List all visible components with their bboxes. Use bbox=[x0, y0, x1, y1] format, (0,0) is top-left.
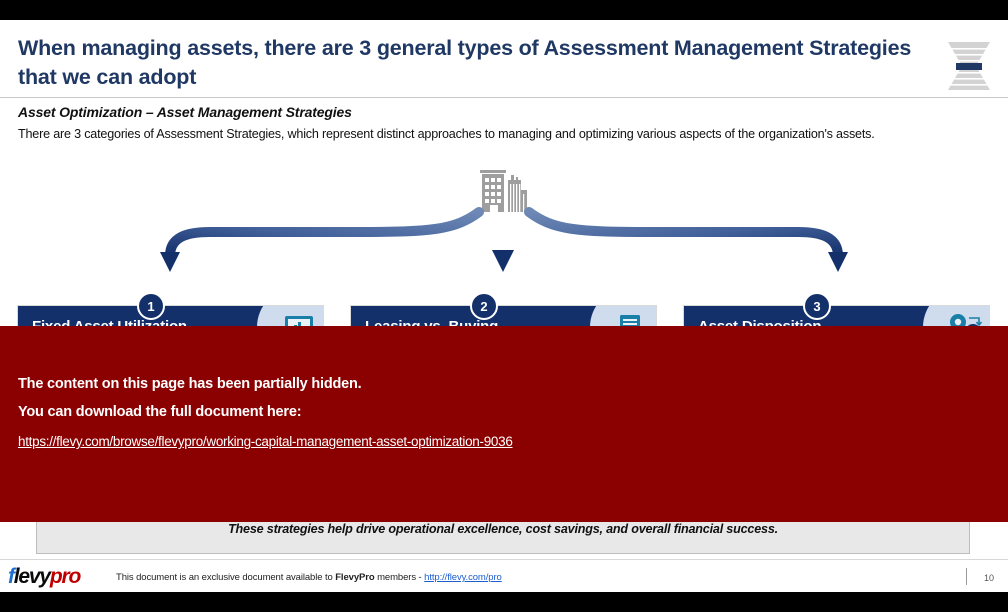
footer-note-brand: FlevyPro bbox=[335, 572, 375, 583]
section-subtitle: Asset Optimization – Asset Management St… bbox=[18, 104, 352, 120]
card-number-badge: 2 bbox=[470, 292, 498, 320]
bottom-letterbox-bar bbox=[0, 592, 1008, 612]
summary-text: These strategies help drive operational … bbox=[228, 522, 778, 536]
footer-link[interactable]: http://flevy.com/pro bbox=[424, 572, 502, 583]
logo-levy: levy bbox=[13, 565, 51, 588]
card-number-badge: 3 bbox=[803, 292, 831, 320]
slide-canvas: When managing assets, there are 3 genera… bbox=[0, 20, 1008, 592]
footer-divider bbox=[966, 568, 967, 585]
flow-arrows bbox=[160, 207, 848, 272]
flevy-spool-logo-icon bbox=[946, 40, 992, 92]
card-number-badge: 1 bbox=[137, 292, 165, 320]
content-hidden-overlay: The content on this page has been partia… bbox=[0, 326, 1008, 522]
strategy-flow-diagram bbox=[0, 160, 1008, 290]
footer-note-pre: This document is an exclusive document a… bbox=[116, 572, 336, 583]
flevypro-logo: flevypro bbox=[8, 565, 81, 588]
footer-note-mid: members - bbox=[374, 572, 425, 583]
overlay-line-1: The content on this page has been partia… bbox=[18, 376, 362, 392]
page-number: 10 bbox=[984, 573, 995, 583]
page-title: When managing assets, there are 3 genera… bbox=[18, 36, 912, 89]
overlay-line-2: You can download the full document here: bbox=[18, 404, 302, 420]
top-letterbox-bar bbox=[0, 0, 1008, 20]
header-divider bbox=[0, 97, 1008, 98]
footer-note: This document is an exclusive document a… bbox=[116, 572, 502, 583]
logo-pro: pro bbox=[49, 565, 81, 588]
page-footer: flevypro This document is an exclusive d… bbox=[0, 559, 1008, 592]
overlay-download-link[interactable]: https://flevy.com/browse/flevypro/workin… bbox=[18, 434, 513, 449]
section-lead-text: There are 3 categories of Assessment Str… bbox=[18, 127, 875, 141]
